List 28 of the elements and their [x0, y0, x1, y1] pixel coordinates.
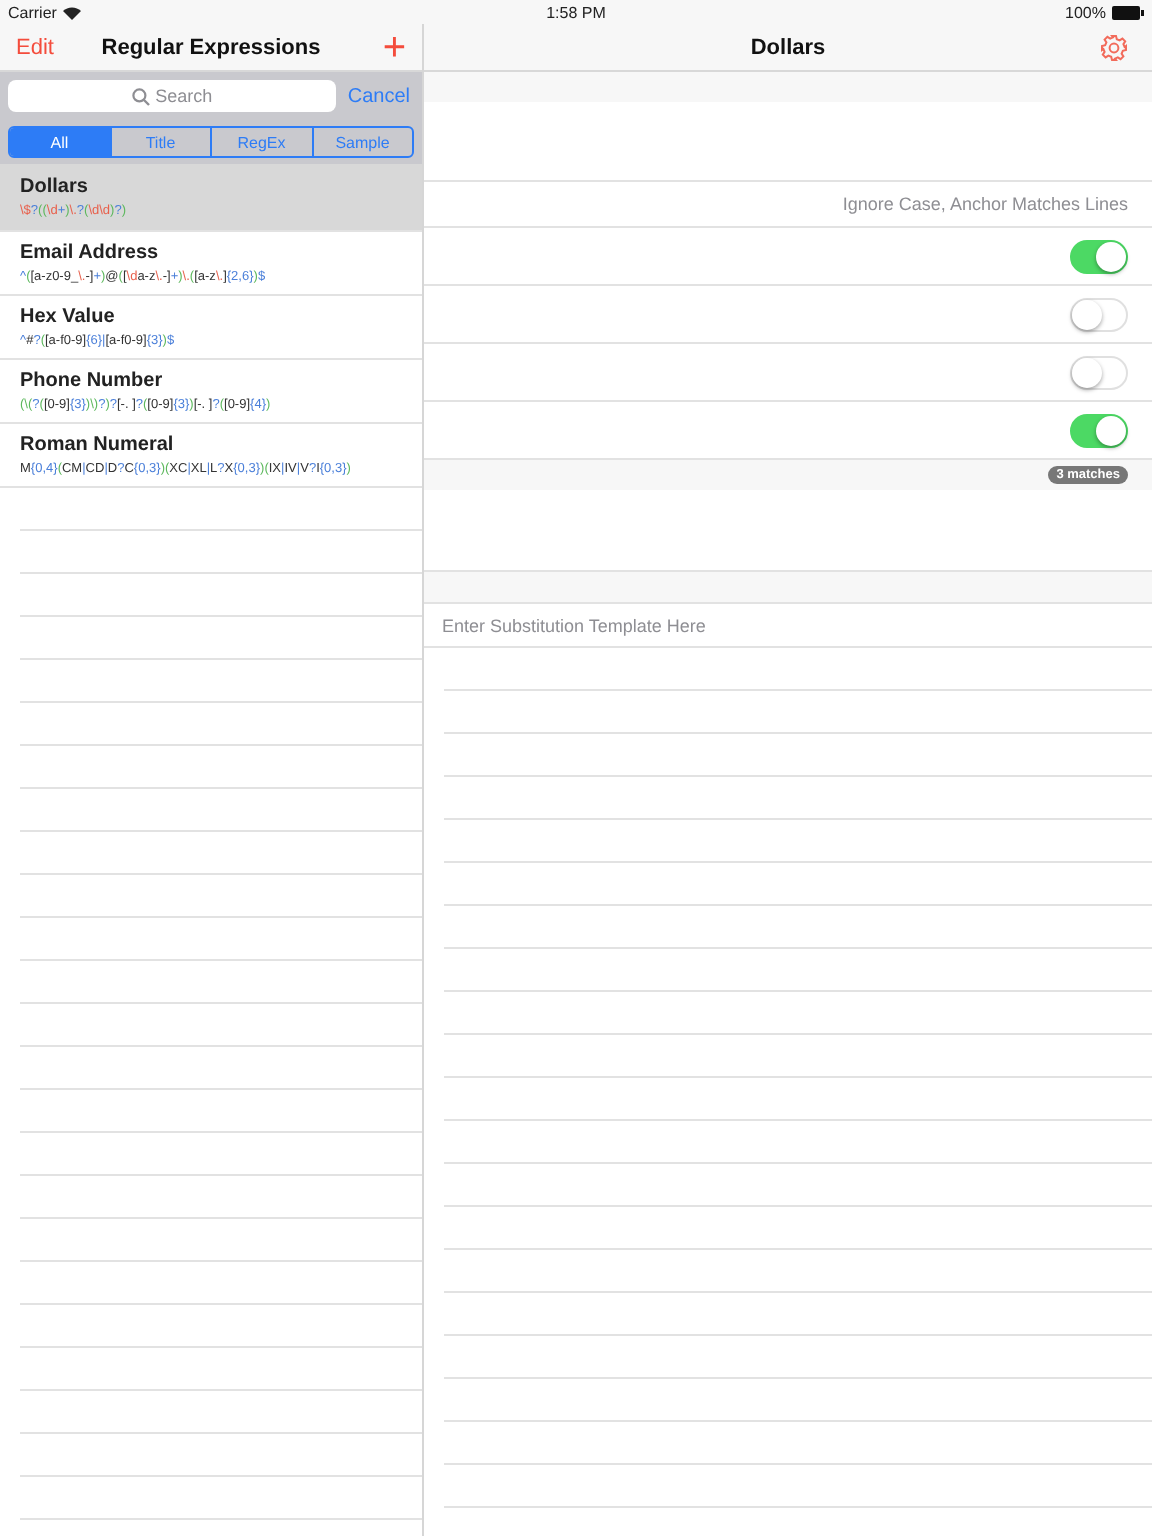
scope-tab[interactable]: Sample [311, 128, 412, 156]
item-title: Phone Number [20, 370, 165, 392]
item-title: Hex Value [20, 306, 117, 328]
search-icon [131, 87, 150, 105]
toggle-switch[interactable] [1070, 297, 1128, 331]
toggle-switch[interactable] [1070, 355, 1128, 389]
clock-text: 1:58 PM [546, 3, 606, 21]
wifi-icon [62, 5, 83, 19]
settings-icon[interactable] [1100, 33, 1128, 61]
toggle-switch[interactable] [1070, 413, 1128, 447]
scope-tab[interactable]: Title [109, 128, 210, 156]
battery-text: 100% [1065, 3, 1106, 21]
nav-title: Regular Expressions [101, 35, 321, 59]
toggle-switch[interactable] [1070, 239, 1128, 273]
search-field[interactable]: Search [8, 80, 336, 112]
carrier-text: Carrier [8, 3, 57, 21]
edit-button[interactable]: Edit [16, 35, 54, 59]
nav-title: Dollars [750, 35, 826, 59]
battery-icon [1112, 5, 1144, 19]
add-button[interactable]: + [382, 27, 406, 67]
item-title: Email Address [20, 242, 161, 264]
options-text[interactable]: Ignore Case, Anchor Matches Lines [842, 194, 1128, 214]
item-title: Dollars [20, 176, 90, 198]
scope-tab[interactable]: RegEx [210, 128, 311, 156]
scope-tab[interactable]: All [10, 128, 109, 156]
template-field[interactable]: Enter Substitution Template Here [424, 602, 1152, 648]
cancel-button[interactable]: Cancel [347, 85, 414, 107]
item-title: Roman Numeral [20, 434, 176, 456]
